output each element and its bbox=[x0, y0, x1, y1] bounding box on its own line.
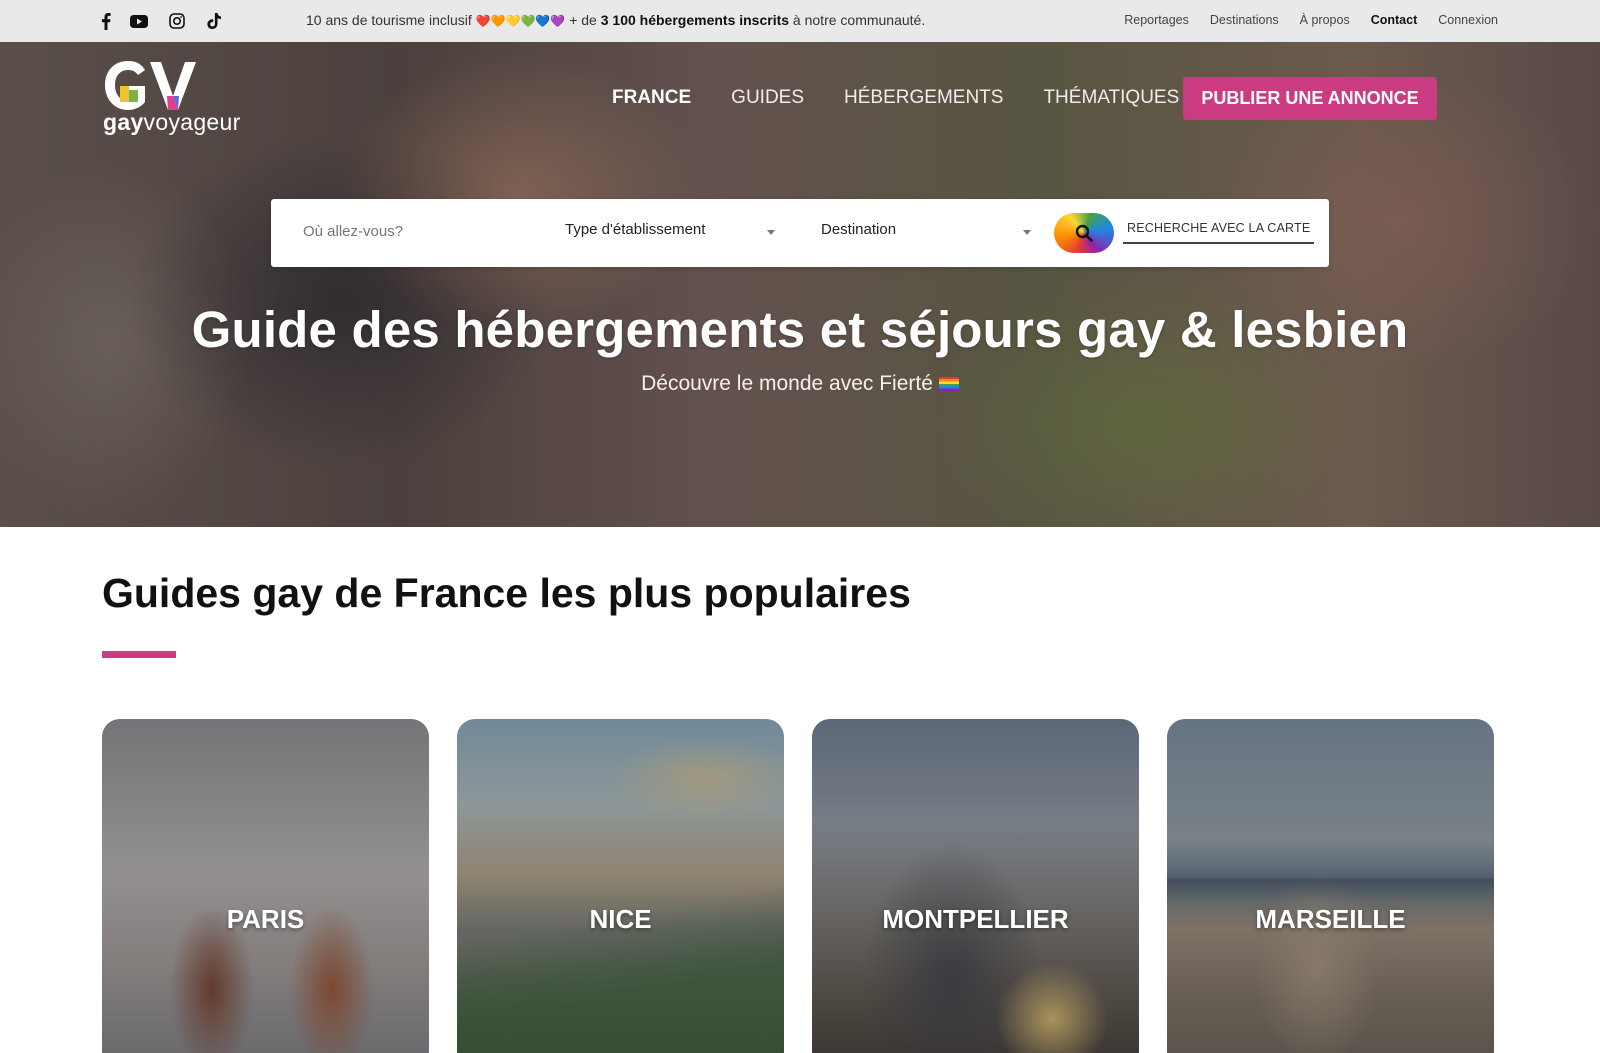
announcement-middle: + de bbox=[565, 12, 601, 28]
link-connexion[interactable]: Connexion bbox=[1438, 13, 1498, 27]
city-card-montpellier[interactable]: MONTPELLIER bbox=[812, 719, 1139, 1053]
city-name: MONTPELLIER bbox=[882, 904, 1069, 934]
logo-mark bbox=[105, 61, 196, 110]
logo-wordmark: gayvoyageur bbox=[103, 109, 241, 136]
search-button[interactable] bbox=[1054, 213, 1114, 253]
logo-wordmark-bold: gay bbox=[103, 109, 144, 135]
city-card-marseille[interactable]: MARSEILLE bbox=[1167, 719, 1494, 1053]
city-cards: PARIS NICE MONTPELLIER MARSEILLE bbox=[102, 719, 1494, 1053]
card-overlay bbox=[812, 719, 1139, 1053]
destination-value: Destination bbox=[821, 221, 897, 238]
chevron-down-icon bbox=[767, 230, 775, 235]
destination-search-input[interactable] bbox=[303, 223, 533, 240]
publish-listing-button[interactable]: PUBLIER UNE ANNONCE bbox=[1183, 77, 1437, 120]
section-underline bbox=[102, 651, 176, 658]
utility-nav: Reportages Destinations À propos Contact… bbox=[1124, 0, 1498, 40]
nav-france[interactable]: FRANCE bbox=[612, 87, 691, 109]
link-reportages[interactable]: Reportages bbox=[1124, 13, 1189, 27]
section-title: Guides gay de France les plus populaires bbox=[102, 570, 911, 616]
hero-banner: gayvoyageur FRANCE GUIDES HÉBERGEMENTS T… bbox=[0, 42, 1600, 527]
link-a-propos[interactable]: À propos bbox=[1300, 13, 1350, 27]
map-search-link[interactable]: RECHERCHE AVEC LA CARTE bbox=[1123, 221, 1315, 244]
destination-select[interactable]: Destination bbox=[821, 221, 1036, 238]
establishment-type-select[interactable]: Type d'établissement bbox=[565, 221, 780, 238]
card-overlay bbox=[102, 719, 429, 1053]
announcement-suffix: à notre communauté. bbox=[789, 12, 926, 28]
facebook-icon[interactable] bbox=[95, 10, 117, 32]
rainbow-flag-icon bbox=[938, 377, 959, 392]
card-overlay bbox=[457, 719, 784, 1053]
link-contact[interactable]: Contact bbox=[1371, 13, 1418, 27]
search-icon bbox=[1075, 224, 1093, 242]
nav-guides[interactable]: GUIDES bbox=[731, 87, 804, 109]
hero-subtitle: Découvre le monde avec Fierté bbox=[0, 372, 1600, 396]
chevron-down-icon bbox=[1023, 230, 1031, 235]
city-name: MARSEILLE bbox=[1255, 904, 1406, 934]
announcement-prefix: 10 ans de tourisme inclusif bbox=[306, 12, 472, 28]
instagram-icon[interactable] bbox=[166, 10, 188, 32]
establishment-type-value: Type d'établissement bbox=[565, 221, 706, 238]
announcement: 10 ans de tourisme inclusif ❤️🧡💛💚💙💜 + de… bbox=[306, 0, 925, 40]
tiktok-icon[interactable] bbox=[203, 10, 225, 32]
top-bar: 10 ans de tourisme inclusif ❤️🧡💛💚💙💜 + de… bbox=[0, 0, 1600, 42]
link-destinations[interactable]: Destinations bbox=[1210, 13, 1279, 27]
card-overlay bbox=[1167, 719, 1494, 1053]
social-links bbox=[95, 0, 117, 42]
hero-subtitle-text: Découvre le monde avec Fierté bbox=[641, 372, 933, 395]
announcement-highlight: 3 100 hébergements inscrits bbox=[600, 12, 790, 28]
search-bar: Type d'établissement Destination RECHERC… bbox=[271, 199, 1329, 267]
hero-title: Guide des hébergements et séjours gay & … bbox=[191, 301, 1409, 358]
main-nav: FRANCE GUIDES HÉBERGEMENTS THÉMATIQUES bbox=[612, 87, 1179, 109]
logo-wordmark-rest: voyageur bbox=[143, 109, 241, 135]
nav-hebergements[interactable]: HÉBERGEMENTS bbox=[844, 87, 1003, 109]
city-name: PARIS bbox=[226, 904, 305, 934]
youtube-icon[interactable] bbox=[128, 10, 150, 32]
city-name: NICE bbox=[589, 904, 652, 934]
heart-emojis: ❤️🧡💛💚💙💜 bbox=[475, 14, 566, 28]
city-card-paris[interactable]: PARIS bbox=[102, 719, 429, 1053]
city-card-nice[interactable]: NICE bbox=[457, 719, 784, 1053]
site-logo[interactable]: gayvoyageur bbox=[103, 60, 241, 140]
nav-thematiques[interactable]: THÉMATIQUES bbox=[1043, 87, 1179, 109]
